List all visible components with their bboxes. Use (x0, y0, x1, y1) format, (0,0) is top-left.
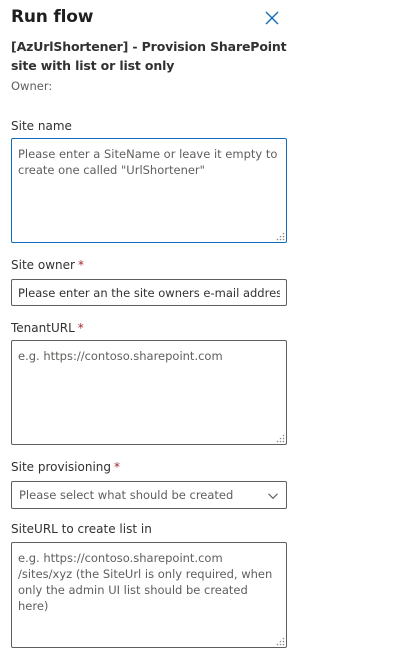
required-marker: * (77, 258, 84, 272)
owner-label: Owner: (11, 79, 53, 93)
tenant-url-input[interactable] (11, 340, 287, 445)
close-icon (265, 11, 279, 25)
site-name-label: Site name (11, 119, 72, 133)
resize-grip-icon[interactable] (276, 637, 285, 646)
required-marker: * (114, 460, 121, 474)
site-url-label-text: SiteURL to create list in (11, 522, 152, 536)
site-provisioning-label: Site provisioning * (11, 460, 120, 474)
run-flow-panel: Run flow [AzUrlShortener] - Provision Sh… (0, 0, 405, 660)
site-provisioning-dropdown[interactable]: Please select what should be created (11, 481, 287, 509)
site-owner-label: Site owner * (11, 258, 84, 272)
resize-grip-icon[interactable] (276, 434, 285, 443)
tenant-url-label: TenantURL * (11, 321, 84, 335)
site-name-input[interactable] (11, 138, 287, 243)
close-button[interactable] (264, 10, 280, 26)
flow-name: [AzUrlShortener] - Provision SharePoint … (11, 39, 287, 73)
site-url-label: SiteURL to create list in (11, 522, 152, 536)
site-provisioning-label-text: Site provisioning (11, 460, 112, 474)
site-owner-label-text: Site owner (11, 258, 75, 272)
site-name-label-text: Site name (11, 119, 72, 133)
chevron-down-icon (268, 493, 278, 500)
site-provisioning-selected: Please select what should be created (19, 488, 234, 502)
site-url-input[interactable] (11, 542, 287, 648)
resize-grip-icon[interactable] (276, 232, 285, 241)
required-marker: * (77, 321, 84, 335)
tenant-url-label-text: TenantURL (11, 321, 75, 335)
site-owner-input[interactable] (11, 279, 287, 306)
panel-title: Run flow (11, 7, 94, 27)
